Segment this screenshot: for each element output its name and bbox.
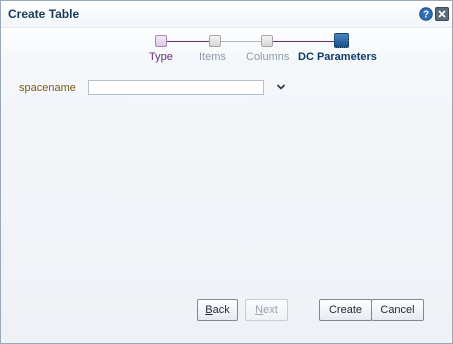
train-stop-dc-parameters: [334, 33, 349, 48]
train-label-items[interactable]: Items: [199, 51, 226, 63]
train-label-columns[interactable]: Columns: [246, 51, 289, 63]
create-table-dialog: Create Table ? Type Items Columns DC Par…: [0, 0, 453, 344]
train-stop-items[interactable]: [209, 35, 221, 47]
train-connector: [273, 41, 334, 42]
spacename-input[interactable]: [88, 80, 264, 95]
chevron-down-icon[interactable]: [276, 83, 286, 91]
next-button[interactable]: Next: [245, 299, 288, 321]
train-connector: [167, 41, 209, 42]
help-icon[interactable]: ?: [419, 7, 433, 21]
next-label: ext: [263, 304, 278, 316]
back-button[interactable]: Back: [197, 299, 238, 321]
train-connector: [221, 41, 261, 42]
close-icon[interactable]: [435, 7, 449, 21]
back-mnemonic: B: [205, 304, 213, 316]
spacename-label: spacename: [19, 82, 76, 94]
dialog-titlebar: Create Table ?: [1, 1, 452, 28]
dialog-title: Create Table: [8, 7, 80, 21]
train-label-dc-parameters: DC Parameters: [298, 51, 377, 63]
cancel-button[interactable]: Cancel: [371, 299, 424, 321]
train-stop-type[interactable]: [155, 35, 167, 47]
back-label: ack: [212, 304, 230, 316]
train-label-type[interactable]: Type: [149, 51, 173, 63]
svg-text:?: ?: [423, 10, 429, 21]
next-mnemonic: N: [255, 304, 264, 316]
create-button[interactable]: Create: [319, 299, 372, 321]
train-stop-columns[interactable]: [261, 35, 273, 47]
